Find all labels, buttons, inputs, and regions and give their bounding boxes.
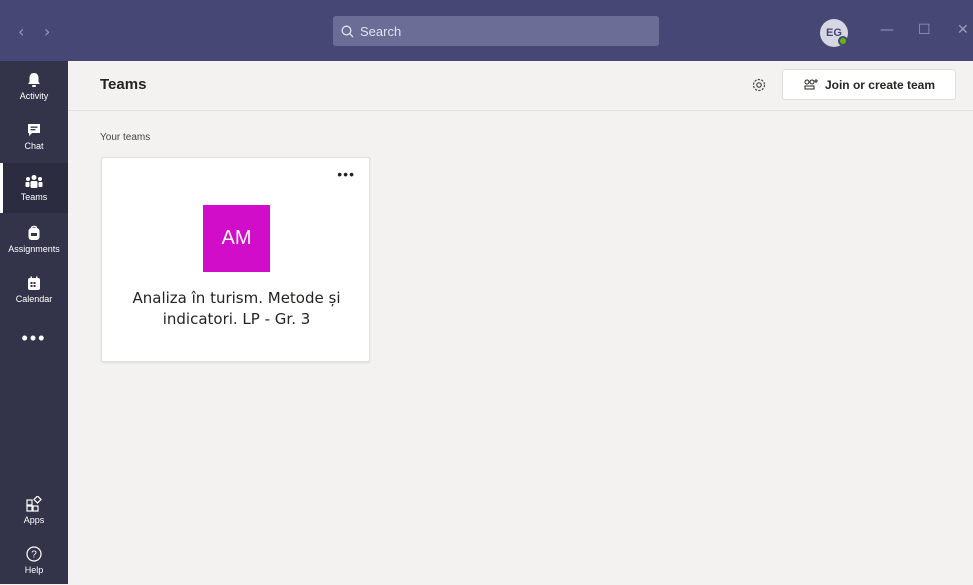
- forward-arrow-icon[interactable]: ›: [44, 22, 50, 41]
- rail-item-apps[interactable]: Apps: [0, 485, 68, 535]
- rail-item-calendar[interactable]: Calendar: [0, 265, 68, 315]
- apps-icon: [26, 495, 42, 512]
- rail-item-teams[interactable]: Teams: [0, 163, 68, 213]
- team-card[interactable]: ••• AM Analiza în turism. Metode și indi…: [101, 157, 370, 362]
- page-header: Teams Join or create team: [68, 61, 973, 111]
- rail-more-button[interactable]: •••: [0, 321, 68, 361]
- rail-label: Activity: [19, 90, 49, 101]
- search-icon: [341, 25, 354, 37]
- bell-icon: [28, 72, 40, 87]
- title-bar: ‹ › Search EG — ☐ ✕: [0, 0, 973, 61]
- team-name: Analiza în turism. Metode și indicatori.…: [132, 289, 341, 328]
- join-or-create-team-button[interactable]: Join or create team: [782, 69, 956, 100]
- add-people-icon: [804, 78, 818, 89]
- gear-icon[interactable]: [751, 77, 767, 93]
- calendar-icon: [28, 276, 40, 290]
- rail-label: Apps: [23, 514, 45, 525]
- rail-label: Teams: [20, 191, 48, 202]
- teams-icon: [25, 174, 43, 188]
- rail-item-help[interactable]: ? Help: [0, 535, 68, 585]
- rail-label: Assignments: [8, 243, 60, 254]
- chat-icon: [28, 124, 40, 136]
- search-placeholder: Search: [360, 23, 402, 39]
- svg-text:?: ?: [31, 549, 37, 560]
- page-title: Teams: [100, 76, 147, 93]
- rail-label: Calendar: [15, 294, 53, 304]
- backpack-icon: [28, 225, 40, 240]
- your-teams-heading: Your teams: [100, 132, 151, 143]
- rail-label: Help: [24, 564, 44, 575]
- maximize-icon[interactable]: ☐: [918, 22, 931, 38]
- rail-label: Chat: [24, 141, 44, 151]
- more-options-icon[interactable]: •••: [337, 166, 355, 182]
- presence-available-icon: [838, 36, 848, 46]
- help-icon: ?: [26, 545, 42, 562]
- app-rail: Activity Chat Teams Assignments Calendar…: [0, 61, 68, 584]
- join-button-label: Join or create team: [824, 77, 936, 92]
- rail-item-chat[interactable]: Chat: [0, 112, 68, 162]
- back-arrow-icon[interactable]: ‹: [18, 22, 24, 41]
- rail-item-assignments[interactable]: Assignments: [0, 214, 68, 264]
- rail-item-activity[interactable]: Activity: [0, 61, 68, 111]
- close-icon[interactable]: ✕: [957, 22, 969, 38]
- search-input[interactable]: Search: [333, 16, 659, 46]
- minimize-icon[interactable]: —: [880, 22, 894, 38]
- team-avatar: AM: [203, 205, 270, 272]
- avatar[interactable]: EG: [820, 19, 848, 47]
- more-icon: •••: [21, 327, 47, 348]
- team-initials: AM: [221, 227, 252, 249]
